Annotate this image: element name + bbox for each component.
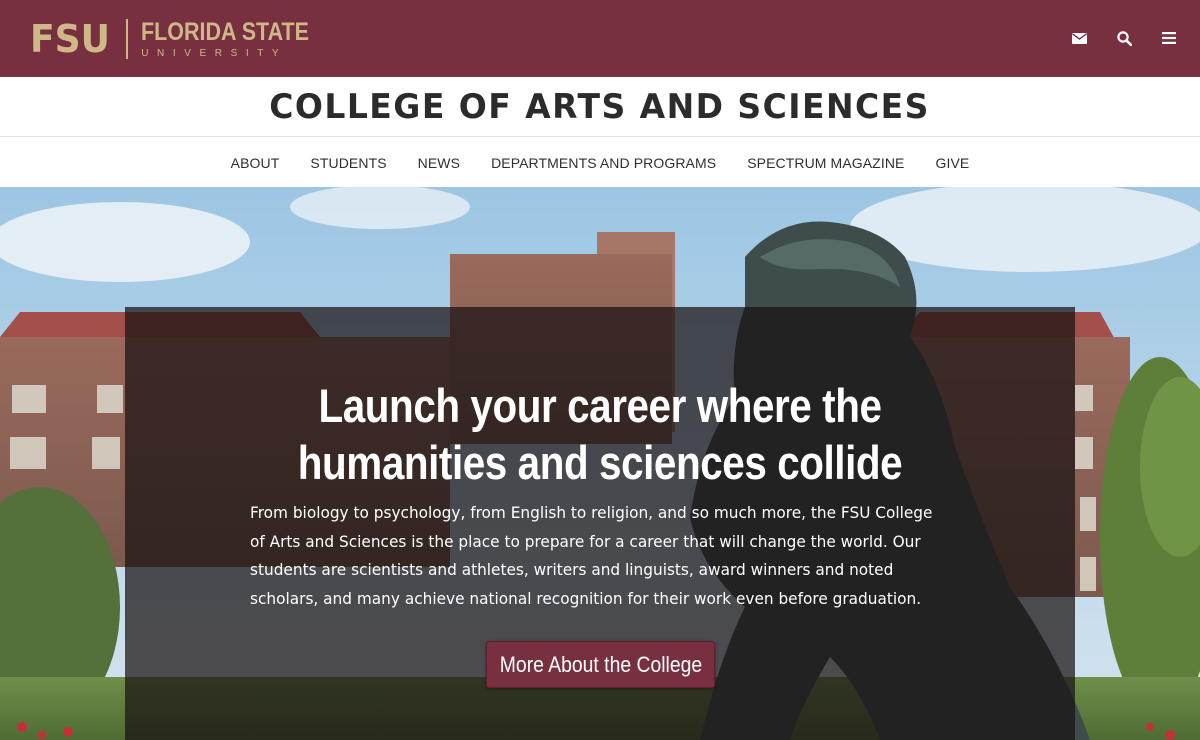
hero-body-text: From biology to psychology, from English… bbox=[250, 503, 933, 608]
hero-title: Launch your career where the humanities … bbox=[192, 377, 1009, 491]
hero-title-line2: humanities and sciences collide bbox=[297, 436, 903, 489]
top-bar: FSU FLORIDA STATE UNIVERSITY bbox=[0, 0, 1200, 77]
college-title[interactable]: COLLEGE OF ARTS AND SCIENCES bbox=[270, 87, 931, 127]
fsu-logo[interactable]: FSU FLORIDA STATE UNIVERSITY bbox=[30, 17, 337, 61]
logo-name: FLORIDA STATE bbox=[141, 17, 310, 46]
nav-item-about[interactable]: ABOUT bbox=[215, 155, 295, 171]
nav-item-departments[interactable]: DEPARTMENTS AND PROGRAMS bbox=[476, 155, 732, 171]
hero-section: Launch your career where the humanities … bbox=[0, 187, 1200, 740]
top-icons bbox=[1068, 26, 1180, 50]
college-banner: COLLEGE OF ARTS AND SCIENCES bbox=[0, 77, 1200, 137]
main-nav: ABOUT STUDENTS NEWS DEPARTMENTS AND PROG… bbox=[0, 138, 1200, 187]
logo-mark: FSU bbox=[30, 17, 110, 61]
logo-divider bbox=[126, 19, 129, 59]
nav-item-news[interactable]: NEWS bbox=[402, 155, 475, 171]
menu-icon[interactable] bbox=[1158, 26, 1180, 50]
logo-sub: UNIVERSITY bbox=[141, 47, 288, 59]
more-about-college-label: More About the College bbox=[499, 651, 702, 677]
hero-title-line1: Launch your career where the bbox=[318, 379, 882, 432]
logo-wordmark: FLORIDA STATE UNIVERSITY bbox=[141, 17, 336, 59]
mail-icon[interactable] bbox=[1068, 26, 1090, 50]
nav-item-spectrum[interactable]: SPECTRUM MAGAZINE bbox=[732, 155, 920, 171]
nav-item-give[interactable]: GIVE bbox=[920, 155, 985, 171]
more-about-college-button[interactable]: More About the College bbox=[486, 641, 715, 688]
nav-item-students[interactable]: STUDENTS bbox=[295, 155, 402, 171]
hero-panel: Launch your career where the humanities … bbox=[125, 307, 1075, 740]
search-icon[interactable] bbox=[1113, 26, 1135, 50]
